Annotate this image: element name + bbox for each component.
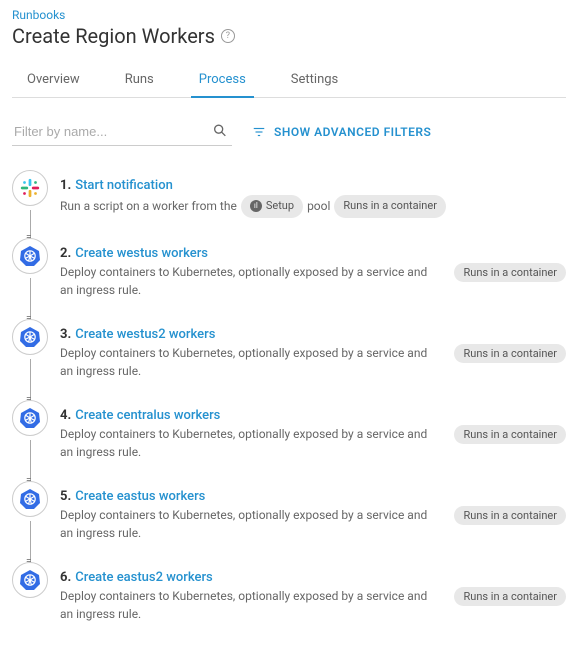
tabs: Overview Runs Process Settings (12, 62, 566, 98)
runs-in-container-pill: Runs in a container (454, 587, 566, 606)
show-advanced-filters-link[interactable]: SHOW ADVANCED FILTERS (252, 125, 431, 139)
step-number: 3. (60, 327, 71, 342)
step-row: =2.Create westus workersDeploy container… (60, 238, 566, 319)
step-title-row: 6. Create eastus2 workers (60, 570, 442, 585)
kubernetes-icon (18, 568, 42, 592)
step-right: Runs in a container (454, 344, 566, 363)
step-description: Deploy containers to Kubernetes, optiona… (60, 425, 442, 461)
tab-overview[interactable]: Overview (27, 62, 80, 97)
step-body: 5. Create eastus workers Deploy containers… (60, 489, 442, 542)
runs-in-container-pill: Runs in a container (454, 263, 566, 282)
runs-in-container-pill: Runs in a container (454, 344, 566, 363)
step-node[interactable] (12, 238, 48, 274)
advanced-filters-label: SHOW ADVANCED FILTERS (274, 125, 431, 139)
step-description: Deploy containers to Kubernetes, optiona… (60, 263, 442, 299)
step-node[interactable] (12, 170, 48, 206)
step-title-link[interactable]: Create centralus workers (75, 408, 220, 423)
pool-pill[interactable]: ıl Setup (241, 195, 303, 218)
step-row: =6.Create eastus2 workersDeploy containe… (60, 562, 566, 643)
step-title-link[interactable]: Create eastus2 workers (75, 570, 213, 585)
kubernetes-icon (18, 325, 42, 349)
runs-in-container-pill: Runs in a container (334, 195, 446, 218)
step-number: 5. (60, 489, 71, 504)
step-number: 2. (60, 246, 71, 261)
filter-row: SHOW ADVANCED FILTERS (12, 118, 566, 146)
step-title-link[interactable]: Start notification (75, 178, 173, 193)
step-node[interactable] (12, 319, 48, 355)
kubernetes-icon (18, 487, 42, 511)
tab-runs[interactable]: Runs (125, 62, 154, 97)
kubernetes-icon (18, 244, 42, 268)
filter-icon (252, 125, 266, 139)
step-row: =4.Create centralus workersDeploy contai… (60, 400, 566, 481)
pool-word: pool (307, 197, 330, 215)
step-description-text: Deploy containers to Kubernetes, optiona… (60, 344, 442, 380)
help-icon[interactable]: ? (221, 29, 235, 43)
runs-in-container-pill: Runs in a container (454, 506, 566, 525)
step-title-link[interactable]: Create westus workers (75, 246, 208, 261)
step-description: Deploy containers to Kubernetes, optiona… (60, 344, 442, 380)
step-row: 1. Start notification Run a script on a wo… (60, 170, 566, 238)
step-body: 1. Start notification Run a script on a wo… (60, 178, 566, 218)
step-number: 6. (60, 570, 71, 585)
step-description-text: Deploy containers to Kubernetes, optiona… (60, 506, 442, 542)
tab-process[interactable]: Process (199, 62, 246, 97)
step-right: Runs in a container (454, 263, 566, 282)
step-title-row: 2. Create westus workers (60, 246, 442, 261)
filter-input[interactable] (12, 118, 232, 145)
step-number: 4. (60, 408, 71, 423)
step-node[interactable] (12, 400, 48, 436)
title-row: Create Region Workers ? (12, 24, 566, 48)
step-description-text: Deploy containers to Kubernetes, optiona… (60, 587, 442, 623)
step-right: Runs in a container (454, 425, 566, 444)
step-title-link[interactable]: Create westus2 workers (75, 327, 215, 342)
step-right: Runs in a container (454, 587, 566, 606)
kubernetes-icon (18, 406, 42, 430)
step-body: 6. Create eastus2 workers Deploy container… (60, 570, 442, 623)
step-body: 3. Create westus2 workers Deploy container… (60, 327, 442, 380)
step-title-row: 4. Create centralus workers (60, 408, 442, 423)
tab-settings[interactable]: Settings (291, 62, 338, 97)
bars-icon: ıl (250, 200, 262, 212)
filter-input-wrap (12, 118, 232, 146)
step-description-text: Deploy containers to Kubernetes, optiona… (60, 425, 442, 461)
step-number: 1. (60, 178, 71, 193)
step-description-text: Deploy containers to Kubernetes, optiona… (60, 263, 442, 299)
step-title-row: 1. Start notification (60, 178, 566, 193)
runs-in-container-pill: Runs in a container (454, 425, 566, 444)
step-node[interactable] (12, 481, 48, 517)
search-button[interactable] (210, 120, 230, 143)
breadcrumb[interactable]: Runbooks (12, 8, 566, 22)
step-description: Deploy containers to Kubernetes, optiona… (60, 506, 442, 542)
step-right: Runs in a container (454, 506, 566, 525)
step-row: =5.Create eastus workersDeploy container… (60, 481, 566, 562)
page-title: Create Region Workers (12, 24, 215, 48)
step-title-row: 5. Create eastus workers (60, 489, 442, 504)
step-title-link[interactable]: Create eastus workers (75, 489, 205, 504)
steps-list: 1. Start notification Run a script on a wo… (12, 170, 566, 643)
step-description-text: Run a script on a worker from the (60, 197, 237, 215)
search-icon (212, 122, 228, 138)
slack-icon (19, 177, 41, 199)
step-description: Deploy containers to Kubernetes, optiona… (60, 587, 442, 623)
step-description: Run a script on a worker from the ıl Setup… (60, 195, 566, 218)
step-body: 4. Create centralus workers Deploy contain… (60, 408, 442, 461)
pool-pill-label: Setup (266, 198, 294, 215)
step-title-row: 3. Create westus2 workers (60, 327, 442, 342)
step-row: =3.Create westus2 workersDeploy containe… (60, 319, 566, 400)
step-node[interactable] (12, 562, 48, 598)
step-body: 2. Create westus workers Deploy containers… (60, 246, 442, 299)
